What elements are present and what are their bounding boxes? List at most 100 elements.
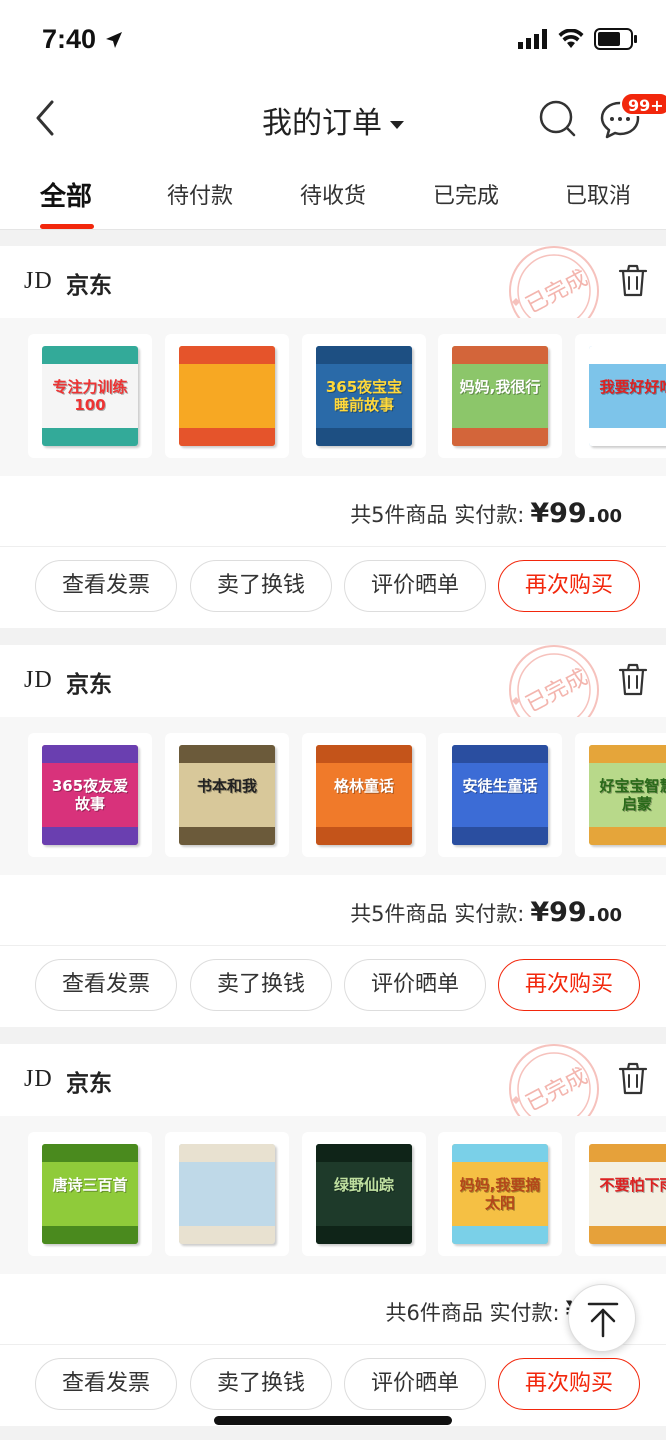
product-thumbnail[interactable]: 专注力训练100 [28, 334, 152, 458]
review-button[interactable]: 评价晒单 [344, 560, 486, 612]
book-cover [179, 346, 275, 446]
product-thumbnail[interactable]: 唐诗三百首 [28, 1132, 152, 1256]
active-tab-indicator [40, 224, 94, 229]
view-invoice-button[interactable]: 查看发票 [35, 1358, 177, 1410]
book-cover: 唐诗三百首 [42, 1144, 138, 1244]
book-cover-title: 我要好好吃 [599, 378, 666, 396]
shop-name[interactable]: 京东 [66, 266, 112, 300]
view-invoice-button[interactable]: 查看发票 [35, 959, 177, 1011]
product-thumbnail[interactable]: 书本和我 [165, 733, 289, 857]
home-indicator [214, 1416, 452, 1425]
goods-strip[interactable]: 专注力训练100 365夜宝宝睡前故事 妈妈,我很行 我要好好吃 [0, 318, 666, 476]
sell-for-cash-button[interactable]: 卖了换钱 [190, 959, 332, 1011]
book-cover-title: 365夜友爱故事 [51, 777, 129, 813]
product-thumbnail[interactable]: 妈妈,我要摘太阳 [438, 1132, 562, 1256]
book-cover: 妈妈,我很行 [452, 346, 548, 446]
item-count-label: 共6件商品 实付款: [385, 1301, 560, 1325]
review-button[interactable]: 评价晒单 [344, 1358, 486, 1410]
battery-icon [594, 28, 637, 50]
search-icon[interactable] [538, 98, 578, 138]
tab-cancelled[interactable]: 已取消 [548, 178, 648, 210]
book-cover-title: 专注力训练100 [52, 378, 128, 414]
order-card[interactable]: JD 京东 已完成专注力训练100 365夜宝宝睡前故事 妈妈,我很行 我要好好吃共5件商… [0, 246, 666, 628]
book-cover-title: 书本和我 [196, 777, 257, 795]
book-cover: 书本和我 [179, 745, 275, 845]
jd-logo: JD [24, 268, 53, 294]
review-button[interactable]: 评价晒单 [344, 959, 486, 1011]
book-cover: 格林童话 [316, 745, 412, 845]
product-thumbnail[interactable]: 格林童话 [302, 733, 426, 857]
goods-strip[interactable]: 唐诗三百首 绿野仙踪 妈妈,我要摘太阳 不要怕下雨 [0, 1116, 666, 1274]
sell-for-cash-button[interactable]: 卖了换钱 [190, 560, 332, 612]
goods-strip[interactable]: 365夜友爱故事 书本和我 格林童话 安徒生童话 好宝宝智慧启蒙 [0, 717, 666, 875]
divider [0, 945, 666, 946]
book-cover: 365夜友爱故事 [42, 745, 138, 845]
back-to-top-button[interactable] [568, 1284, 636, 1352]
book-cover-title: 不要怕下雨 [599, 1176, 666, 1194]
order-summary: 共5件商品 实付款: ¥99.00 [350, 897, 622, 928]
item-count-label: 共5件商品 实付款: [350, 902, 525, 926]
trash-icon[interactable] [618, 1062, 648, 1096]
book-cover-title: 妈妈,我很行 [459, 378, 541, 396]
buy-again-button[interactable]: 再次购买 [498, 560, 640, 612]
order-header: JD 京东 已完成 [0, 645, 666, 735]
tab-pending-payment[interactable]: 待付款 [150, 178, 250, 210]
trash-icon[interactable] [618, 663, 648, 697]
book-cover: 妈妈,我要摘太阳 [452, 1144, 548, 1244]
message-badge: 99+ [620, 92, 666, 116]
order-total: ¥99.00 [530, 897, 622, 928]
wifi-icon [558, 29, 584, 48]
product-thumbnail[interactable]: 不要怕下雨 [575, 1132, 666, 1256]
stamp-text: 已完成 [522, 266, 592, 319]
sell-for-cash-button[interactable]: 卖了换钱 [190, 1358, 332, 1410]
product-thumbnail[interactable] [165, 1132, 289, 1256]
buy-again-button[interactable]: 再次购买 [498, 1358, 640, 1410]
order-total: ¥99.00 [530, 498, 622, 529]
divider [0, 1344, 666, 1345]
shop-name[interactable]: 京东 [66, 665, 112, 699]
book-cover [179, 1144, 275, 1244]
buy-again-button[interactable]: 再次购买 [498, 959, 640, 1011]
product-thumbnail[interactable]: 好宝宝智慧启蒙 [575, 733, 666, 857]
status-time: 7:40 [42, 24, 97, 54]
product-thumbnail[interactable]: 365夜宝宝睡前故事 [302, 334, 426, 458]
item-count-label: 共5件商品 实付款: [350, 503, 525, 527]
product-thumbnail[interactable]: 我要好好吃 [575, 334, 666, 458]
shop-name[interactable]: 京东 [66, 1064, 112, 1098]
book-cover-title: 安徒生童话 [462, 777, 538, 795]
product-thumbnail[interactable]: 妈妈,我很行 [438, 334, 562, 458]
book-cover-title: 妈妈,我要摘太阳 [459, 1176, 541, 1212]
book-cover: 我要好好吃 [589, 346, 666, 446]
product-thumbnail[interactable]: 安徒生童话 [438, 733, 562, 857]
book-cover-title: 绿野仙踪 [333, 1176, 394, 1194]
book-cover: 好宝宝智慧启蒙 [589, 745, 666, 845]
stamp-text: 已完成 [522, 665, 592, 718]
product-thumbnail[interactable]: 365夜友爱故事 [28, 733, 152, 857]
jd-logo: JD [24, 1066, 53, 1092]
page-title: 我的订单 [262, 106, 382, 141]
trash-icon[interactable] [618, 264, 648, 298]
tab-all[interactable]: 全部 [16, 176, 116, 213]
book-cover-title: 365夜宝宝睡前故事 [325, 378, 403, 414]
arrow-up-icon [587, 1302, 619, 1338]
tab-pending-receipt[interactable]: 待收货 [283, 178, 383, 210]
order-header: JD 京东 已完成 [0, 1044, 666, 1134]
book-cover-title: 好宝宝智慧启蒙 [599, 777, 666, 813]
order-card[interactable]: JD 京东 已完成 365夜友爱故事 书本和我 格林童话 安徒生童话 好宝宝智慧启蒙共5件商品… [0, 645, 666, 1027]
order-card[interactable]: JD京东已完成唐诗三百首绿野仙踪妈妈,我要摘太阳不要怕下雨共6件商品 实付款:¥… [0, 1044, 666, 1426]
product-thumbnail[interactable]: 绿野仙踪 [302, 1132, 426, 1256]
view-invoice-button[interactable]: 查看发票 [35, 560, 177, 612]
book-cover: 专注力训练100 [42, 346, 138, 446]
divider [0, 546, 666, 547]
order-tabs: 全部 待付款 待收货 已完成 已取消 [0, 156, 666, 230]
caret-down-icon [390, 120, 404, 129]
book-cover-title: 格林童话 [333, 777, 394, 795]
book-cover: 不要怕下雨 [589, 1144, 666, 1244]
nav-bar: 我的订单 99+ [0, 80, 666, 156]
order-summary: 共5件商品 实付款: ¥99.00 [350, 498, 622, 529]
book-cover: 365夜宝宝睡前故事 [316, 346, 412, 446]
location-arrow-icon [106, 32, 122, 48]
product-thumbnail[interactable] [165, 334, 289, 458]
tab-completed[interactable]: 已完成 [416, 178, 516, 210]
signal-icon [518, 29, 547, 49]
